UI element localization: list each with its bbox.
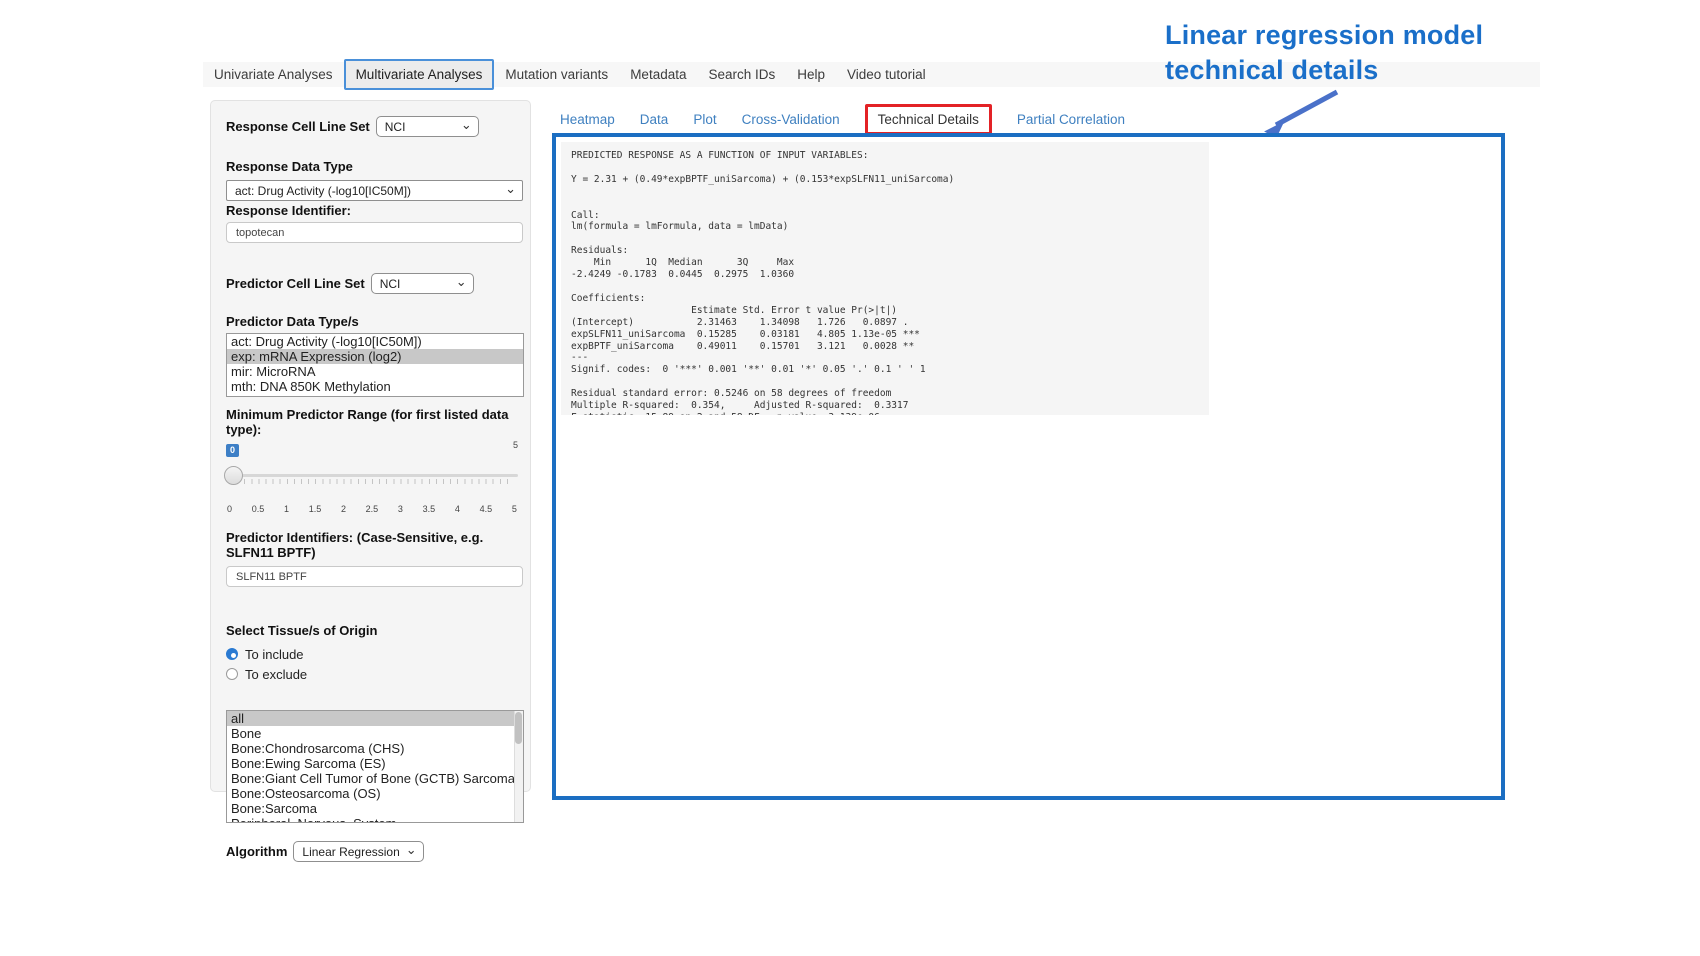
algorithm-select[interactable]: Linear Regression <box>293 841 423 862</box>
list-item[interactable]: all <box>227 711 515 726</box>
response-cell-line-set-select[interactable]: NCI <box>376 116 479 137</box>
tick-label: 0 <box>227 504 232 514</box>
tick-label: 4 <box>455 504 460 514</box>
tick-label: 0.5 <box>252 504 265 514</box>
tab-cross-validation[interactable]: Cross-Validation <box>742 112 840 127</box>
response-data-type-label: Response Data Type <box>226 159 515 174</box>
nav-tab-search-ids[interactable]: Search IDs <box>697 63 786 86</box>
slider-max-label: 5 <box>513 440 518 450</box>
list-item[interactable]: Bone:Ewing Sarcoma (ES) <box>227 756 523 771</box>
nav-tab-help[interactable]: Help <box>786 63 836 86</box>
algorithm-label: Algorithm <box>226 844 287 859</box>
radio-to-include-label: To include <box>245 647 304 662</box>
tick-label: 4.5 <box>480 504 493 514</box>
tab-technical-details[interactable]: Technical Details <box>865 104 992 135</box>
radio-checked-icon <box>226 648 238 660</box>
list-item[interactable]: mir: MicroRNA <box>227 364 523 379</box>
nav-tab-multivariate-analyses[interactable]: Multivariate Analyses <box>344 59 495 90</box>
slider-tick-labels: 0 0.5 1 1.5 2 2.5 3 3.5 4 4.5 5 <box>226 504 518 514</box>
nav-tab-mutation-variants[interactable]: Mutation variants <box>494 63 619 86</box>
annotation-line1: Linear regression model <box>1165 18 1585 53</box>
result-tabs: Heatmap Data Plot Cross-Validation Techn… <box>560 104 1125 134</box>
tab-partial-correlation[interactable]: Partial Correlation <box>1017 112 1125 127</box>
tab-data[interactable]: Data <box>640 112 669 127</box>
slider-handle[interactable] <box>224 466 243 485</box>
regression-model-output: PREDICTED RESPONSE AS A FUNCTION OF INPU… <box>561 142 1209 415</box>
slider-value-badge: 0 <box>226 444 239 457</box>
list-item[interactable]: Bone:Chondrosarcoma (CHS) <box>227 741 523 756</box>
chevron-down-icon <box>505 184 516 194</box>
list-item[interactable]: Peripheral_Nervous_System <box>227 816 523 823</box>
list-item[interactable]: Bone <box>227 726 523 741</box>
list-item[interactable]: Bone:Sarcoma <box>227 801 523 816</box>
chevron-down-icon <box>461 120 472 130</box>
predictor-identifiers-input[interactable] <box>226 566 523 587</box>
list-item[interactable]: exp: mRNA Expression (log2) <box>227 349 523 364</box>
radio-to-include[interactable]: To include <box>226 644 515 664</box>
min-predictor-range-label: Minimum Predictor Range (for first liste… <box>226 407 516 437</box>
slider-track[interactable] <box>226 474 518 477</box>
annotation-line2: technical details <box>1165 53 1585 88</box>
nav-tab-video-tutorial[interactable]: Video tutorial <box>836 63 937 86</box>
predictor-cell-line-set-label: Predictor Cell Line Set <box>226 276 365 291</box>
chevron-down-icon <box>406 845 417 855</box>
nav-tab-metadata[interactable]: Metadata <box>619 63 697 86</box>
tissue-list-listbox: all Bone Bone:Chondrosarcoma (CHS) Bone:… <box>226 710 524 823</box>
response-cell-line-set-value: NCI <box>385 120 406 134</box>
scrollbar[interactable] <box>514 711 523 822</box>
technical-details-panel: PREDICTED RESPONSE AS A FUNCTION OF INPU… <box>552 133 1505 800</box>
predictor-data-types-listbox: act: Drug Activity (-log10[IC50M]) exp: … <box>226 333 524 397</box>
tick-label: 1 <box>284 504 289 514</box>
analysis-settings-sidebar: Response Cell Line Set NCI Response Data… <box>210 100 531 792</box>
annotation-text: Linear regression model technical detail… <box>1165 18 1585 88</box>
list-item[interactable]: mth: DNA 850K Methylation <box>227 379 523 394</box>
response-data-type-select[interactable]: act: Drug Activity (-log10[IC50M]) <box>226 180 523 201</box>
chevron-down-icon <box>456 277 467 287</box>
tick-label: 2 <box>341 504 346 514</box>
radio-unchecked-icon <box>226 668 238 680</box>
tick-label: 3 <box>398 504 403 514</box>
tick-label: 5 <box>512 504 517 514</box>
radio-to-exclude-label: To exclude <box>245 667 307 682</box>
tick-label: 2.5 <box>366 504 379 514</box>
tick-label: 1.5 <box>309 504 322 514</box>
response-identifier-input[interactable] <box>226 222 523 243</box>
tissue-origin-label: Select Tissue/s of Origin <box>226 623 515 638</box>
list-item[interactable]: act: Drug Activity (-log10[IC50M]) <box>227 334 523 349</box>
slider-ticks <box>230 479 514 484</box>
min-predictor-range-slider: 0 5 0 0.5 1 1.5 2 2.5 3 3.5 4 4.5 5 <box>226 440 518 514</box>
scrollbar-thumb[interactable] <box>515 712 522 744</box>
tick-label: 3.5 <box>423 504 436 514</box>
predictor-identifiers-label: Predictor Identifiers: (Case-Sensitive, … <box>226 530 518 560</box>
response-cell-line-set-label: Response Cell Line Set <box>226 119 370 134</box>
predictor-cell-line-set-value: NCI <box>380 277 401 291</box>
list-item[interactable]: Bone:Giant Cell Tumor of Bone (GCTB) Sar… <box>227 771 523 786</box>
radio-to-exclude[interactable]: To exclude <box>226 664 515 684</box>
list-item[interactable]: Bone:Osteosarcoma (OS) <box>227 786 523 801</box>
algorithm-value: Linear Regression <box>302 845 399 859</box>
tab-heatmap[interactable]: Heatmap <box>560 112 615 127</box>
predictor-data-types-label: Predictor Data Type/s <box>226 314 515 329</box>
predictor-cell-line-set-select[interactable]: NCI <box>371 273 474 294</box>
nav-tab-univariate-analyses[interactable]: Univariate Analyses <box>203 63 344 86</box>
response-identifier-label: Response Identifier: <box>226 203 515 218</box>
tab-plot[interactable]: Plot <box>693 112 716 127</box>
response-data-type-value: act: Drug Activity (-log10[IC50M]) <box>235 184 411 198</box>
